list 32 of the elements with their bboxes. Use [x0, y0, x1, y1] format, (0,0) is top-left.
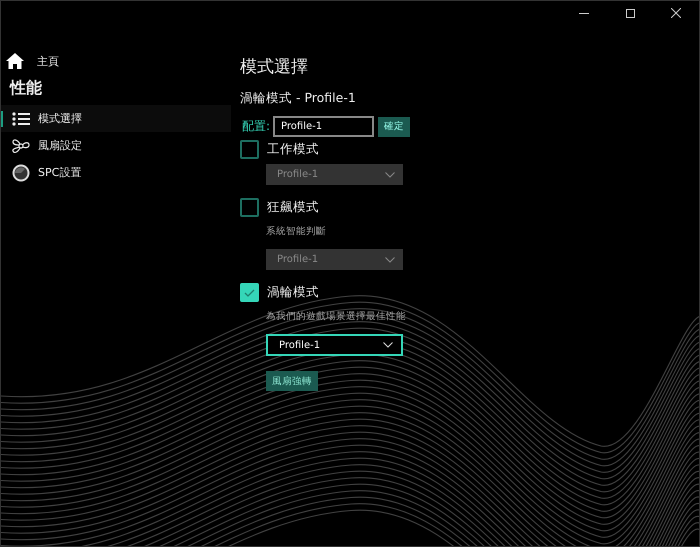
maximize-icon[interactable] [626, 8, 634, 18]
section-heading: 性能 [10, 78, 43, 99]
chevron-icon [385, 256, 395, 262]
checkmark-icon [244, 288, 255, 296]
profile-input[interactable]: Profile-1 [273, 116, 374, 137]
checkbox[interactable] [240, 283, 259, 302]
home-link[interactable]: 主頁 [37, 54, 59, 68]
sidebar-item[interactable]: SPC設置 [1, 159, 231, 186]
selection-indicator [1, 111, 3, 127]
minimize-icon[interactable] [579, 12, 589, 14]
confirm-button[interactable]: 確定 [378, 116, 410, 136]
mode-description: 為我們的遊戲場景選擇最佳性能 [266, 310, 407, 323]
checkbox[interactable] [240, 198, 259, 217]
fan-icon [11, 136, 31, 154]
gauge-icon [12, 164, 30, 182]
checkbox[interactable] [240, 140, 259, 159]
sidebar-item[interactable]: 風扇設定 [1, 132, 231, 159]
list-icon [12, 112, 30, 126]
chevron-icon [383, 342, 393, 348]
config-label: 配置: [242, 118, 270, 135]
checkbox-label: 渦輪模式 [267, 284, 319, 301]
chevron-icon [385, 172, 395, 178]
page-title: 模式選擇 [240, 56, 309, 78]
home-icon[interactable] [6, 53, 24, 69]
dropdown[interactable]: Profile-1 [266, 334, 403, 356]
sidebar-item[interactable]: 模式選擇 [1, 105, 231, 132]
checkbox-label: 工作模式 [267, 141, 319, 158]
mode-description: 系統智能判斷 [266, 225, 327, 238]
fan-boost-button[interactable]: 風扇強轉 [266, 371, 318, 391]
close-icon[interactable] [671, 8, 681, 18]
current-mode-text: 渦輪模式 - Profile-1 [240, 90, 357, 107]
checkbox-label: 狂飆模式 [267, 199, 319, 216]
